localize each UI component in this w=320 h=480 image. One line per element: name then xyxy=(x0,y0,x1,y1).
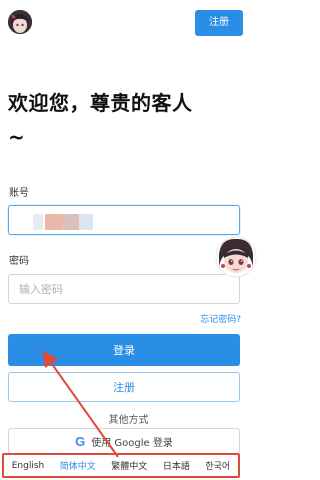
mascot-image xyxy=(215,236,257,278)
lang-japanese[interactable]: 日本語 xyxy=(163,459,190,472)
header-register-button[interactable]: 注册 xyxy=(195,10,243,36)
avatar[interactable] xyxy=(8,10,32,34)
lang-korean[interactable]: 한국어 xyxy=(205,459,230,472)
lang-english[interactable]: English xyxy=(12,461,45,471)
password-field[interactable] xyxy=(8,274,240,304)
password-label: 密码 xyxy=(9,256,29,267)
redacted-value xyxy=(63,214,79,230)
lang-traditional-chinese[interactable]: 繁體中文 xyxy=(111,459,147,472)
login-page: 注册 欢迎您，尊贵的客人 ~ 账号 密码 忘记密码? 登录 注册 其他方式 G … xyxy=(0,0,257,480)
redacted-value xyxy=(33,214,43,230)
other-methods-label: 其他方式 xyxy=(108,415,149,426)
register-button[interactable]: 注册 xyxy=(8,372,240,402)
mascot-chat-icon[interactable] xyxy=(215,236,257,278)
forgot-password-link[interactable]: 忘记密码? xyxy=(200,312,241,325)
login-button[interactable]: 登录 xyxy=(8,334,240,366)
account-field[interactable] xyxy=(8,205,240,235)
lang-simplified-chinese[interactable]: 简体中文 xyxy=(60,459,96,472)
google-login-button[interactable]: G 使用 Google 登录 xyxy=(8,428,240,454)
account-label: 账号 xyxy=(9,188,29,199)
page-title: 欢迎您，尊贵的客人 ~ xyxy=(8,86,248,154)
language-switcher: English 简体中文 繁體中文 日本語 한국어 xyxy=(2,453,240,478)
google-icon: G xyxy=(75,433,86,449)
welcome-line-1: 欢迎您，尊贵的客人 xyxy=(8,91,193,115)
welcome-line-2: ~ xyxy=(8,125,26,149)
redacted-value xyxy=(45,214,63,230)
redacted-value xyxy=(79,214,93,230)
avatar-image xyxy=(8,10,32,34)
google-login-label: 使用 Google 登录 xyxy=(91,437,173,449)
